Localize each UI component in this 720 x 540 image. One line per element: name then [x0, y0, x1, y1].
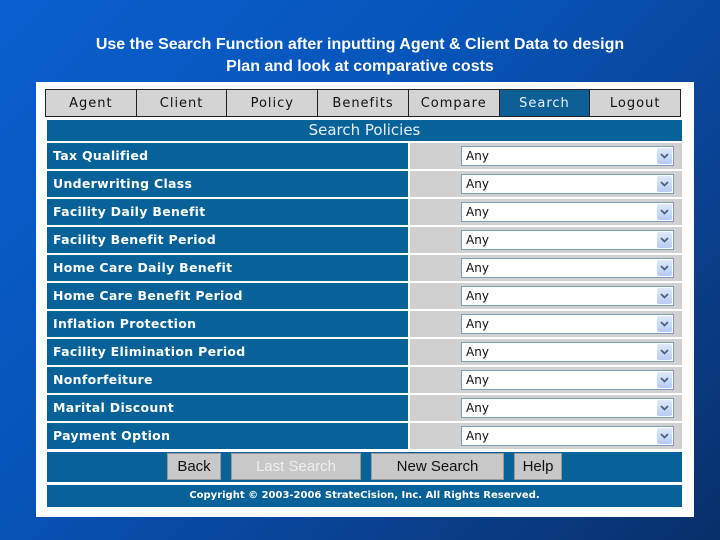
select-value: Any	[466, 261, 489, 275]
facility-benefit-period-select[interactable]: Any	[461, 230, 674, 250]
criteria-cell: Any	[410, 283, 682, 309]
criteria-row-underwriting-class: Underwriting Class Any	[47, 171, 682, 197]
tab-agent[interactable]: Agent	[46, 90, 137, 116]
slide-title-line-1: Use the Search Function after inputting …	[95, 36, 625, 53]
section-title: Search Policies	[47, 120, 682, 141]
criteria-row-nonforfeiture: Nonforfeiture Any	[47, 367, 682, 393]
criteria-label: Facility Elimination Period	[47, 339, 408, 365]
criteria-label: Facility Daily Benefit	[47, 199, 408, 225]
criteria-label: Underwriting Class	[47, 171, 408, 197]
payment-option-select[interactable]: Any	[461, 426, 674, 446]
select-value: Any	[466, 233, 489, 247]
criteria-cell: Any	[410, 227, 682, 253]
new-search-button[interactable]: New Search	[371, 453, 504, 480]
nonforfeiture-select[interactable]: Any	[461, 370, 674, 390]
criteria-cell: Any	[410, 395, 682, 421]
criteria-label: Facility Benefit Period	[47, 227, 408, 253]
select-value: Any	[466, 401, 489, 415]
tab-policy[interactable]: Policy	[227, 90, 319, 116]
slide-title: Use the Search Function after inputting …	[0, 34, 720, 78]
criteria-label: Home Care Daily Benefit	[47, 255, 408, 281]
facility-daily-benefit-select[interactable]: Any	[461, 202, 674, 222]
criteria-cell: Any	[410, 171, 682, 197]
criteria-cell: Any	[410, 423, 682, 449]
chevron-down-icon[interactable]	[657, 316, 672, 332]
criteria-cell: Any	[410, 339, 682, 365]
copyright-footer: Copyright © 2003-2006 StrateCision, Inc.…	[47, 485, 682, 507]
tax-qualified-select[interactable]: Any	[461, 146, 674, 166]
chevron-down-icon[interactable]	[657, 260, 672, 276]
inflation-protection-select[interactable]: Any	[461, 314, 674, 334]
criteria-row-facility-daily-benefit: Facility Daily Benefit Any	[47, 199, 682, 225]
back-button[interactable]: Back	[167, 453, 221, 480]
tab-search[interactable]: Search	[499, 90, 591, 116]
criteria-cell: Any	[410, 143, 682, 169]
tab-compare[interactable]: Compare	[409, 90, 500, 116]
chevron-down-icon[interactable]	[657, 428, 672, 444]
select-value: Any	[466, 345, 489, 359]
criteria-row-marital-discount: Marital Discount Any	[47, 395, 682, 421]
criteria-row-inflation-protection: Inflation Protection Any	[47, 311, 682, 337]
facility-elimination-period-select[interactable]: Any	[461, 342, 674, 362]
chevron-down-icon[interactable]	[657, 372, 672, 388]
select-value: Any	[466, 289, 489, 303]
chevron-down-icon[interactable]	[657, 344, 672, 360]
criteria-cell: Any	[410, 255, 682, 281]
select-value: Any	[466, 429, 489, 443]
criteria-row-payment-option: Payment Option Any	[47, 423, 682, 449]
criteria-list: Tax Qualified Any Underwriting Class Any Fac…	[47, 143, 682, 451]
criteria-row-home-care-daily-benefit: Home Care Daily Benefit Any	[47, 255, 682, 281]
tab-benefits[interactable]: Benefits	[318, 90, 409, 116]
nav-bar: Agent Client Policy Benefits Compare Sea…	[45, 89, 681, 117]
criteria-cell: Any	[410, 367, 682, 393]
home-care-daily-benefit-select[interactable]: Any	[461, 258, 674, 278]
button-bar: Back Last Search New Search Help	[47, 452, 682, 482]
criteria-label: Inflation Protection	[47, 311, 408, 337]
help-button[interactable]: Help	[514, 453, 562, 480]
criteria-label: Nonforfeiture	[47, 367, 408, 393]
select-value: Any	[466, 149, 489, 163]
select-value: Any	[466, 317, 489, 331]
underwriting-class-select[interactable]: Any	[461, 174, 674, 194]
slide-title-line-2: Plan and look at comparative costs	[226, 58, 494, 75]
chevron-down-icon[interactable]	[657, 176, 672, 192]
app-panel: Agent Client Policy Benefits Compare Sea…	[36, 82, 694, 517]
criteria-row-facility-elimination-period: Facility Elimination Period Any	[47, 339, 682, 365]
criteria-label: Marital Discount	[47, 395, 408, 421]
home-care-benefit-period-select[interactable]: Any	[461, 286, 674, 306]
chevron-down-icon[interactable]	[657, 232, 672, 248]
last-search-button[interactable]: Last Search	[231, 453, 361, 480]
chevron-down-icon[interactable]	[657, 204, 672, 220]
criteria-label: Payment Option	[47, 423, 408, 449]
criteria-row-tax-qualified: Tax Qualified Any	[47, 143, 682, 169]
criteria-label: Tax Qualified	[47, 143, 408, 169]
select-value: Any	[466, 373, 489, 387]
tab-client[interactable]: Client	[137, 90, 228, 116]
select-value: Any	[466, 177, 489, 191]
criteria-row-facility-benefit-period: Facility Benefit Period Any	[47, 227, 682, 253]
chevron-down-icon[interactable]	[657, 288, 672, 304]
criteria-cell: Any	[410, 199, 682, 225]
tab-logout[interactable]: Logout	[590, 90, 680, 116]
select-value: Any	[466, 205, 489, 219]
criteria-label: Home Care Benefit Period	[47, 283, 408, 309]
marital-discount-select[interactable]: Any	[461, 398, 674, 418]
chevron-down-icon[interactable]	[657, 400, 672, 416]
criteria-row-home-care-benefit-period: Home Care Benefit Period Any	[47, 283, 682, 309]
criteria-cell: Any	[410, 311, 682, 337]
chevron-down-icon[interactable]	[657, 148, 672, 164]
